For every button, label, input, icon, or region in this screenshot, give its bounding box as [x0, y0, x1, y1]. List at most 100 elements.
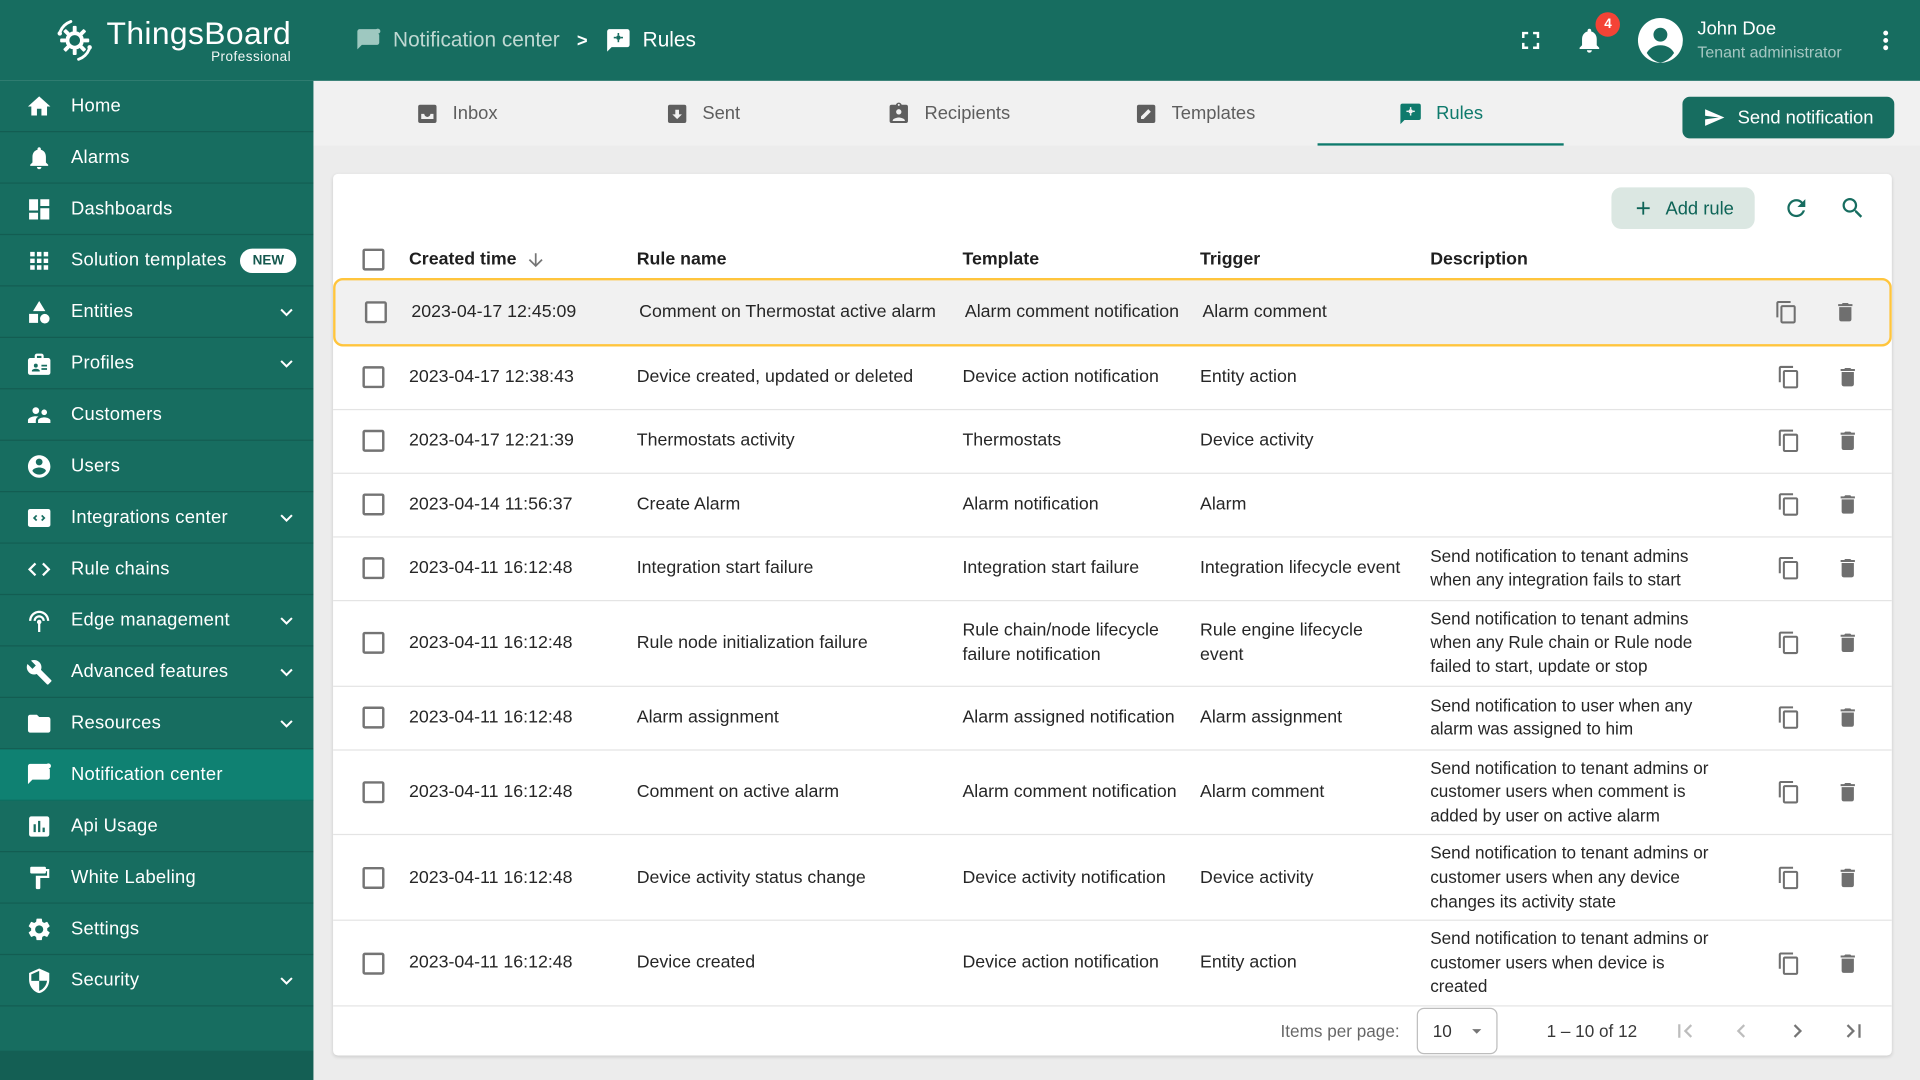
add-rule-label: Add rule — [1665, 197, 1734, 219]
tab-rules[interactable]: Rules — [1317, 81, 1564, 146]
first-page-button[interactable] — [1657, 1007, 1713, 1056]
row-checkbox[interactable] — [362, 781, 385, 804]
breadcrumb-notification-center[interactable]: Notification center — [355, 27, 560, 54]
delete-icon[interactable] — [1823, 480, 1872, 529]
cell-rule-name: Device created — [636, 953, 756, 973]
settings-icon — [26, 915, 53, 942]
tab-recipients[interactable]: Recipients — [825, 81, 1071, 146]
sidebar-item-resources[interactable]: Resources — [0, 698, 314, 750]
sidebar-item-home[interactable]: Home — [0, 81, 314, 133]
sidebar-item-advanced-features[interactable]: Advanced features — [0, 647, 314, 698]
copy-icon[interactable] — [1762, 288, 1811, 337]
sidebar-item-white-labeling[interactable]: White Labeling — [0, 852, 314, 904]
table-row[interactable]: 2023-04-11 16:12:48 Alarm assignment Ala… — [333, 687, 1892, 751]
next-page-button[interactable] — [1769, 1007, 1825, 1056]
sidebar-item-alarms[interactable]: Alarms — [0, 132, 314, 184]
user-info[interactable]: John Doe Tenant administrator — [1697, 16, 1841, 64]
cell-trigger: Alarm assignment — [1200, 707, 1343, 728]
delete-icon[interactable] — [1823, 768, 1872, 817]
brand-name: ThingsBoard — [106, 14, 292, 52]
delete-icon[interactable] — [1823, 619, 1872, 668]
row-checkbox[interactable] — [362, 557, 385, 580]
row-checkbox[interactable] — [362, 366, 385, 389]
select-all-checkbox[interactable] — [362, 249, 385, 272]
delete-icon[interactable] — [1823, 853, 1872, 902]
user-avatar[interactable] — [1636, 16, 1685, 65]
send-notification-button[interactable]: Send notification — [1682, 96, 1895, 139]
table-row[interactable]: 2023-04-11 16:12:48 Integration start fa… — [333, 537, 1892, 602]
sidebar-item-rule-chains[interactable]: Rule chains — [0, 544, 314, 596]
previous-page-button[interactable] — [1713, 1007, 1769, 1056]
delete-icon[interactable] — [1823, 417, 1872, 466]
app-logo[interactable]: ThingsBoard Professional — [0, 15, 313, 66]
row-checkbox[interactable] — [362, 430, 385, 453]
table-row[interactable]: 2023-04-14 11:56:37 Create Alarm Alarm n… — [333, 474, 1892, 538]
copy-icon[interactable] — [1764, 853, 1813, 902]
sidebar-item-customers[interactable]: Customers — [0, 389, 314, 441]
last-page-button[interactable] — [1826, 1007, 1882, 1056]
copy-icon[interactable] — [1764, 417, 1813, 466]
row-checkbox[interactable] — [362, 632, 385, 655]
row-checkbox[interactable] — [362, 952, 385, 975]
table-row[interactable]: 2023-04-11 16:12:48 Device activity stat… — [333, 836, 1892, 922]
send-notification-label: Send notification — [1737, 107, 1874, 128]
row-checkbox[interactable] — [362, 706, 385, 729]
table-row[interactable]: 2023-04-11 16:12:48 Comment on active al… — [333, 750, 1892, 836]
cell-rule-name: Comment on active alarm — [636, 782, 840, 802]
delete-icon[interactable] — [1823, 939, 1872, 988]
sidebar-item-users[interactable]: Users — [0, 441, 314, 493]
copy-icon[interactable] — [1764, 693, 1813, 742]
tab-templates[interactable]: Templates — [1071, 81, 1317, 146]
tab-sent[interactable]: Sent — [579, 81, 825, 146]
column-header-rule-name[interactable]: Rule name — [637, 250, 963, 270]
tab-inbox[interactable]: Inbox — [333, 81, 579, 146]
fullscreen-button[interactable] — [1506, 16, 1555, 65]
sidebar-item-profiles[interactable]: Profiles — [0, 338, 314, 390]
cell-template: Alarm notification — [962, 494, 1099, 515]
sidebar-item-notification-center[interactable]: Notification center — [0, 749, 314, 801]
search-button[interactable] — [1828, 184, 1877, 233]
sidebar-item-security[interactable]: Security — [0, 955, 314, 1007]
delete-icon[interactable] — [1823, 353, 1872, 402]
table-row[interactable]: 2023-04-11 16:12:48 Device created Devic… — [333, 921, 1892, 1007]
sidebar-item-entities[interactable]: Entities — [0, 287, 314, 338]
cell-rule-name: Rule node initialization failure — [636, 633, 868, 653]
row-checkbox[interactable] — [364, 301, 387, 324]
row-checkbox[interactable] — [362, 866, 385, 889]
copy-icon[interactable] — [1764, 619, 1813, 668]
table-row[interactable]: 2023-04-17 12:38:43 Device created, upda… — [333, 346, 1892, 411]
column-header-description[interactable]: Description — [1430, 250, 1736, 270]
sidebar-item-edge-management[interactable]: Edge management — [0, 595, 314, 647]
sidebar-item-dashboards[interactable]: Dashboards — [0, 184, 314, 236]
notifications-bell-button[interactable]: 4 — [1565, 12, 1621, 65]
cell-trigger: Alarm comment — [1200, 782, 1325, 802]
delete-icon[interactable] — [1823, 544, 1872, 593]
table-row[interactable]: 2023-04-17 12:45:09 Comment on Thermosta… — [333, 277, 1892, 347]
copy-icon[interactable] — [1764, 768, 1813, 817]
table-row[interactable]: 2023-04-17 12:21:39 Thermostats activity… — [333, 410, 1892, 474]
add-rule-button[interactable]: Add rule — [1611, 187, 1755, 229]
column-header-created-time[interactable]: Created time — [409, 250, 637, 271]
copy-icon[interactable] — [1764, 353, 1813, 402]
table-row[interactable]: 2023-04-11 16:12:48 Rule node initializa… — [333, 601, 1892, 687]
sidebar-item-integrations-center[interactable]: Integrations center — [0, 492, 314, 544]
column-header-trigger[interactable]: Trigger — [1200, 250, 1430, 270]
sidebar-item-api-usage[interactable]: Api Usage — [0, 801, 314, 853]
row-checkbox[interactable] — [362, 493, 385, 516]
delete-icon[interactable] — [1821, 288, 1870, 337]
refresh-button[interactable] — [1772, 184, 1821, 233]
cell-template: Alarm assigned notification — [962, 707, 1175, 728]
bell-icon — [26, 144, 53, 171]
delete-icon[interactable] — [1823, 693, 1872, 742]
cell-rule-name: Alarm assignment — [636, 707, 779, 728]
items-per-page-select[interactable]: 10 — [1416, 1007, 1498, 1055]
copy-icon[interactable] — [1764, 544, 1813, 593]
copy-icon[interactable] — [1764, 480, 1813, 529]
copy-icon[interactable] — [1764, 939, 1813, 988]
breadcrumb-rules[interactable]: Rules — [605, 27, 696, 54]
more-menu-button[interactable] — [1861, 16, 1910, 65]
column-header-template[interactable]: Template — [962, 250, 1200, 270]
sidebar-item-solution-templates[interactable]: Solution templates NEW — [0, 235, 314, 287]
breadcrumb-label: Rules — [642, 28, 696, 52]
sidebar-item-settings[interactable]: Settings — [0, 904, 314, 956]
